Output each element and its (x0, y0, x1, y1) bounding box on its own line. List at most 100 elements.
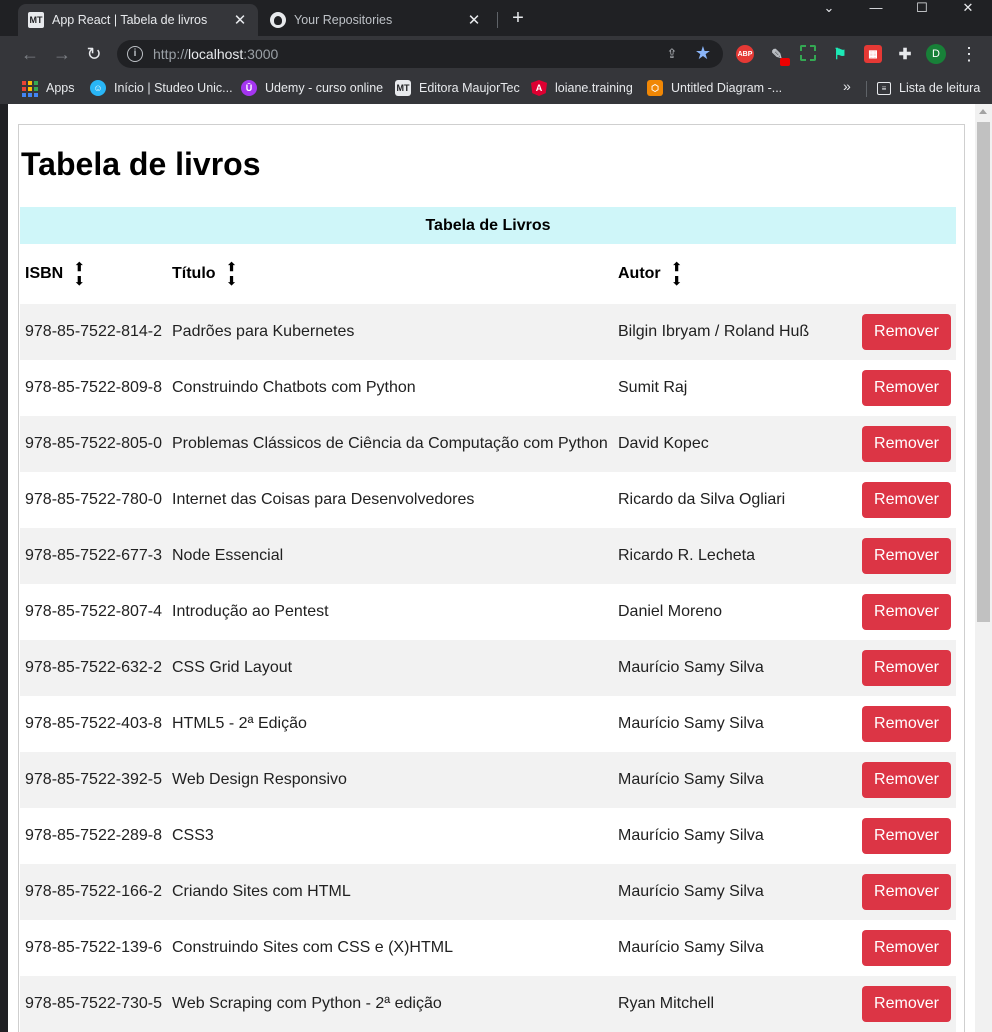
autor-cell: Maurício Samy Silva (618, 939, 764, 956)
site-info-icon[interactable]: i (127, 46, 143, 62)
remove-button[interactable]: Remover (862, 818, 951, 854)
grid-extension-icon[interactable]: ▦ (864, 45, 882, 63)
forward-arrow-icon[interactable]: → (50, 42, 74, 66)
isbn-cell: 978-85-7522-807-4 (25, 603, 162, 620)
remove-button[interactable]: Remover (862, 762, 951, 798)
scroll-thumb[interactable] (977, 122, 990, 622)
scroll-up-arrow-icon[interactable] (979, 109, 987, 114)
remove-button[interactable]: Remover (862, 426, 951, 462)
share-icon[interactable]: ⇪ (663, 45, 681, 63)
isbn-cell: 978-85-7522-392-5 (25, 771, 162, 788)
autor-cell: Bilgin Ibryam / Roland Huß (618, 323, 810, 340)
minimize-icon[interactable]: — (856, 0, 896, 18)
bookmark-studeo[interactable]: ☺ Início | Studeo Unic... (90, 78, 233, 98)
table-header-row: ISBN ⬆ ⬇ Título ⬆ ⬇ Autor ⬆ ⬇ (20, 244, 956, 304)
table-row: 978-85-7522-809-8 Construindo Chatbots co… (20, 360, 956, 416)
isbn-cell: 978-85-7522-814-2 (25, 323, 162, 340)
udemy-icon: Ū (241, 80, 257, 96)
back-arrow-icon[interactable]: ← (18, 42, 42, 66)
bookmark-label: loiane.training (555, 81, 633, 95)
table-body: 978-85-7522-814-2 Padrões para Kubernetes… (20, 304, 956, 1032)
drawio-icon: ⬡ (647, 80, 663, 96)
titulo-cell: Padrões para Kubernetes (172, 323, 355, 340)
remove-button[interactable]: Remover (862, 594, 951, 630)
bookmark-untitled-diagram[interactable]: ⬡ Untitled Diagram -... (647, 78, 782, 98)
reload-icon[interactable]: ↻ (82, 42, 106, 66)
new-tab-icon[interactable]: + (506, 7, 530, 31)
table-row: 978-85-7522-814-2 Padrões para Kubernetes… (20, 304, 956, 360)
tab-search-chevron-icon[interactable]: ⌄ (809, 0, 849, 18)
autor-cell: Ricardo da Silva Ogliari (618, 491, 786, 508)
address-bar[interactable]: i http://localhost:3000 ⇪ ★ (117, 40, 723, 68)
menu-dots-icon[interactable]: ⋮ (960, 42, 978, 66)
bookmark-star-icon[interactable]: ★ (693, 43, 713, 63)
remove-button[interactable]: Remover (862, 370, 951, 406)
reading-list[interactable]: ≡ Lista de leitura (877, 78, 980, 98)
url-scheme: http:// (153, 46, 189, 62)
screenshot-extension-icon[interactable] (800, 45, 816, 61)
titulo-cell: Node Essencial (172, 547, 284, 564)
isbn-cell: 978-85-7522-632-2 (25, 659, 162, 676)
remove-button[interactable]: Remover (862, 706, 951, 742)
bookmark-loiane[interactable]: A loiane.training (531, 78, 633, 98)
tab-your-repositories[interactable]: Your Repositories ✕ (260, 4, 492, 36)
sort-arrows-icon[interactable]: ⬆ ⬇ (227, 260, 237, 288)
titulo-cell: Introdução ao Pentest (172, 603, 329, 620)
isbn-header[interactable]: ISBN ⬆ ⬇ (25, 244, 84, 304)
bookmarks-bar: Apps ☺ Início | Studeo Unic... Ū Udemy -… (0, 72, 992, 104)
sort-arrows-icon[interactable]: ⬆ ⬇ (672, 260, 682, 288)
remove-button[interactable]: Remover (862, 930, 951, 966)
app-container: Tabela de livros Tabela de Livros ISBN ⬆… (18, 124, 965, 1032)
sort-arrows-icon[interactable]: ⬆ ⬇ (74, 260, 84, 288)
autor-cell: David Kopec (618, 435, 709, 452)
table-row: 978-85-7522-632-2 CSS Grid Layout Maurício… (20, 640, 956, 696)
titulo-header[interactable]: Título ⬆ ⬇ (172, 244, 237, 304)
titulo-cell: Problemas Clássicos de Ciência da Comput… (172, 435, 608, 452)
bird-extension-icon[interactable]: ⚑ (831, 45, 849, 63)
titulo-cell: Construindo Sites com CSS e (X)HTML (172, 939, 453, 956)
autor-cell: Daniel Moreno (618, 603, 723, 620)
isbn-cell: 978-85-7522-805-0 (25, 435, 162, 452)
reading-list-label: Lista de leitura (899, 81, 981, 95)
remove-button[interactable]: Remover (862, 986, 951, 1022)
adblock-plus-icon[interactable]: ABP (736, 45, 754, 63)
url-text[interactable]: http://localhost:3000 (153, 46, 278, 62)
autor-cell: Maurício Samy Silva (618, 827, 764, 844)
extensions-puzzle-icon[interactable]: ✚ (896, 45, 914, 63)
isbn-cell: 978-85-7522-166-2 (25, 883, 162, 900)
tab-app-react[interactable]: MT App React | Tabela de livros ✕ (18, 4, 258, 36)
titulo-cell: Criando Sites com HTML (172, 883, 351, 900)
table-row: 978-85-7522-392-5 Web Design Responsivo Ma… (20, 752, 956, 808)
remove-button[interactable]: Remover (862, 650, 951, 686)
autor-cell: Maurício Samy Silva (618, 715, 764, 732)
table-row: 978-85-7522-730-5 Web Scraping com Python… (20, 976, 956, 1032)
titulo-cell: Web Design Responsivo (172, 771, 347, 788)
bookmark-label: Udemy - curso online (265, 81, 384, 95)
close-icon[interactable]: ✕ (232, 11, 248, 29)
isbn-cell: 978-85-7522-730-5 (25, 995, 162, 1012)
bookmark-label: Untitled Diagram -... (671, 81, 783, 95)
bookmarks-separator (866, 81, 867, 97)
pen-extension-icon[interactable]: ✎ (768, 45, 790, 66)
books-table: Tabela de Livros ISBN ⬆ ⬇ Título ⬆ ⬇ Autor… (20, 207, 956, 1032)
window-close-icon[interactable]: ✕ (948, 0, 988, 18)
remove-button[interactable]: Remover (862, 482, 951, 518)
remove-button[interactable]: Remover (862, 874, 951, 910)
bookmark-apps[interactable]: Apps (22, 78, 75, 98)
bookmark-maujortec[interactable]: MT Editora MaujorTec (395, 78, 520, 98)
maximize-icon[interactable]: ☐ (902, 0, 942, 18)
bookmark-udemy[interactable]: Ū Udemy - curso online (241, 78, 383, 98)
autor-header[interactable]: Autor ⬆ ⬇ (618, 244, 682, 304)
close-icon[interactable]: ✕ (466, 11, 482, 29)
page-title: Tabela de livros (21, 146, 261, 182)
remove-button[interactable]: Remover (862, 538, 951, 574)
table-row: 978-85-7522-807-4 Introdução ao Pentest Da… (20, 584, 956, 640)
profile-avatar[interactable]: D (926, 44, 946, 64)
tab-title: App React | Tabela de livros (52, 13, 208, 27)
bookmarks-overflow-icon[interactable]: » (843, 78, 851, 94)
page-scrollbar[interactable] (975, 104, 992, 1032)
table-row: 978-85-7522-139-6 Construindo Sites com C… (20, 920, 956, 976)
remove-button[interactable]: Remover (862, 314, 951, 350)
apps-grid-icon (22, 80, 38, 97)
tab-strip: MT App React | Tabela de livros ✕ Your R… (0, 0, 992, 36)
